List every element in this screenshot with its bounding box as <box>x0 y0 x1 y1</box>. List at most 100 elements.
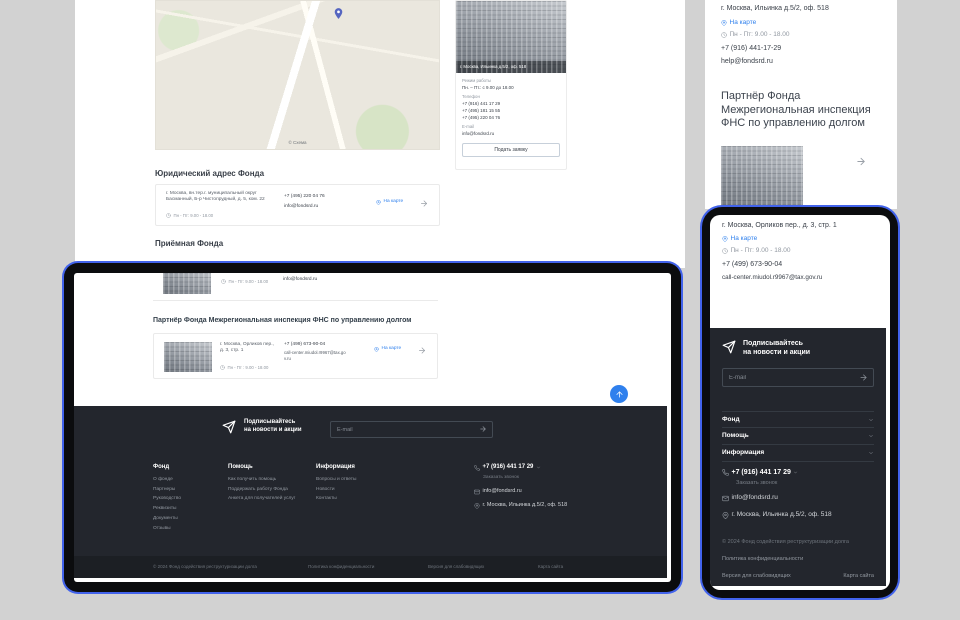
footer-link[interactable]: Новости <box>316 487 356 493</box>
footer-link[interactable]: Контакты <box>316 496 356 502</box>
map-pin-icon <box>474 503 480 509</box>
partner-map-link-label: На карте <box>382 346 402 352</box>
mobile-office-email-link[interactable]: help@fondsrd.ru <box>721 57 773 66</box>
partner-phone-link[interactable]: +7 (499) 673-90-04 <box>284 342 325 348</box>
clock-icon <box>722 248 728 254</box>
footer-link[interactable]: Реквизиты <box>153 506 181 512</box>
partner-map-link[interactable]: На карте <box>374 346 401 352</box>
legal-address-card: г. Москва, вн.тер.г. муниципальный округ… <box>155 184 440 226</box>
footer-link[interactable]: Отзывы <box>153 526 181 532</box>
phone-partner-map-link[interactable]: На карте <box>722 235 757 243</box>
office-photo-caption: г. Москва, Ильинка д.5/2, оф. 518 <box>456 61 566 73</box>
footer-link[interactable]: Партнеры <box>153 487 181 493</box>
partner-section-title: Партнёр Фонда Межрегиональная инспекция … <box>153 317 411 324</box>
phone-link[interactable]: +7 (495) 220 04 76 <box>462 115 500 121</box>
footer-column-fund: Фонд О фонде Партнеры Руководство Реквиз… <box>153 464 181 533</box>
arrow-right-icon[interactable] <box>853 156 869 167</box>
chevron-down-icon <box>868 433 874 439</box>
mobile-office-map-link-label: На карте <box>730 19 757 27</box>
mobile-footer-email-text: info@fondsrd.ru <box>732 494 778 502</box>
legal-map-link-label: На карте <box>384 199 404 205</box>
footer-link[interactable]: Вопросы и ответы <box>316 477 356 483</box>
office-photo: г. Москва, Ильинка д.5/2, оф. 518 <box>456 1 566 73</box>
footer-link[interactable]: Как получить помощь <box>228 477 295 483</box>
phone-link[interactable]: +7 (916) 441 17 29 <box>462 101 500 107</box>
footer-phone-row[interactable]: +7 (916) 441 17 29 <box>474 464 567 472</box>
footer-link[interactable]: Документы <box>153 516 181 522</box>
mobile-office-hours-text: Пн - Пт: 9.00 - 18.00 <box>730 31 790 39</box>
mobile-menu-fund[interactable]: Фонд <box>722 411 874 428</box>
mobile-office-phone-link[interactable]: +7 (916) 441-17-29 <box>721 44 781 53</box>
arrow-right-icon[interactable] <box>418 199 430 208</box>
mobile-footer-accessibility-link[interactable]: Версия для слабовидящих <box>722 573 791 580</box>
map-pin-icon <box>722 512 729 519</box>
map-pin-icon <box>721 20 727 26</box>
subscribe-email-input[interactable] <box>330 421 493 438</box>
phone-icon <box>722 469 729 476</box>
phone-frame: г. Москва, Орликов пер., д. 3, стр. 1 На… <box>702 207 898 598</box>
subscribe-email-input[interactable] <box>722 368 874 387</box>
mobile-footer-privacy-link[interactable]: Политика конфиденциальности <box>722 556 803 563</box>
chevron-down-icon <box>536 465 541 470</box>
clock-icon <box>220 365 225 370</box>
phone-partner-map-link-label: На карте <box>731 235 758 243</box>
phone-icon <box>474 465 480 471</box>
responsive-preview-canvas: { "colors": { "accent_blue": "#2f80ed", … <box>0 0 960 620</box>
reception-email-link[interactable]: info@fondsrd.ru <box>283 277 317 283</box>
legal-phone-link[interactable]: +7 (495) 220 04 76 <box>284 194 325 200</box>
desktop-footer: Подписывайтесь на новости и акции Фонд О… <box>74 406 667 578</box>
apply-request-button[interactable]: Подать заявку <box>462 143 560 157</box>
legal-email-link[interactable]: info@fondsrd.ru <box>284 204 318 210</box>
subscribe-submit-button[interactable] <box>478 425 488 433</box>
mobile-menu-help[interactable]: Помощь <box>722 428 874 445</box>
mobile-office-map-link[interactable]: На карте <box>721 19 756 27</box>
subscribe-title-line2: на новости и акции <box>743 348 810 357</box>
reception-title: Приёмная Фонда <box>155 239 223 249</box>
partner-address-text: г. Москва, Орликов пер., д. 3, стр. 1 <box>220 342 278 355</box>
footer-sitemap-link[interactable]: Карта сайта <box>538 564 563 570</box>
footer-email-row[interactable]: info@fondsrd.ru <box>474 488 567 495</box>
footer-callback-link[interactable]: Заказать звонок <box>483 475 567 481</box>
phone-link[interactable]: +7 (495) 181 15 55 <box>462 108 500 114</box>
mobile-footer-sitemap-link[interactable]: Карта сайта <box>843 573 874 580</box>
legal-map-link[interactable]: На карте <box>376 199 403 205</box>
subscribe-title-line1: Подписывайтесь <box>244 419 295 427</box>
footer-privacy-link[interactable]: Политика конфиденциальности <box>308 564 374 570</box>
chevron-down-icon <box>868 450 874 456</box>
desktop-page-fragment: © Схема г. Москва, Ильинка д.5/2, оф. 51… <box>75 0 685 268</box>
footer-link[interactable]: Анкета для получателей услуг <box>228 496 295 502</box>
tablet-screen: Пн - Пт: 9.00 - 18.00 info@fondsrd.ru Па… <box>74 273 671 582</box>
footer-link[interactable]: О фонде <box>153 477 181 483</box>
mobile-footer-callback-link[interactable]: Заказать звонок <box>736 480 777 487</box>
partner-email-link[interactable]: call-center.miudol.r9967@tax.gov.ru <box>284 350 346 361</box>
map-pin-icon <box>376 200 381 205</box>
mobile-footer-email-row[interactable]: info@fondsrd.ru <box>722 494 778 502</box>
arrow-right-icon[interactable] <box>416 346 428 355</box>
phone-partner-phone-link[interactable]: +7 (499) 673-90-04 <box>722 260 782 269</box>
mobile-menu-label: Фонд <box>722 416 740 424</box>
office-contact-card: г. Москва, Ильинка д.5/2, оф. 518 Режим … <box>455 0 567 170</box>
paper-plane-icon <box>722 340 736 354</box>
footer-accessibility-link[interactable]: Версия для слабовидящих <box>428 564 484 570</box>
subscribe-title-line2: на новости и акции <box>244 427 302 435</box>
mobile-footer-address-row: г. Москва, Ильинка д.5/2, оф. 518 <box>722 511 832 519</box>
scroll-to-top-button[interactable] <box>610 385 628 403</box>
map[interactable]: © Схема <box>155 0 440 150</box>
map-roads <box>156 1 439 149</box>
partner-hours-row: Пн - Пт : 9.00 - 18.00 <box>220 365 268 371</box>
footer-link[interactable]: Поддержать работу Фонда <box>228 487 295 493</box>
reception-card: Пн - Пт: 9.00 - 18.00 info@fondsrd.ru <box>153 273 438 301</box>
arrow-right-icon <box>858 373 869 382</box>
mobile-footer-phone-row[interactable]: +7 (916) 441 17 29 <box>722 468 798 477</box>
hours-value: Пн. – Пт.: с 9.00 до 18.00 <box>462 85 514 91</box>
legal-hours-text: Пн - Пт: 9.00 - 18.00 <box>174 213 214 219</box>
partner-photo <box>164 342 212 372</box>
phone-partner-email-link[interactable]: call-center.miudol.r9967@tax.gov.ru <box>722 274 822 281</box>
footer-link[interactable]: Руководство <box>153 496 181 502</box>
mobile-office-hours-row: Пн - Пт: 9.00 - 18.00 <box>721 31 790 39</box>
subscribe-submit-button[interactable] <box>858 373 869 382</box>
mobile-menu-info[interactable]: Информация <box>722 445 874 462</box>
email-link[interactable]: info@fondsrd.ru <box>462 131 494 137</box>
tablet-frame: Пн - Пт: 9.00 - 18.00 info@fondsrd.ru Па… <box>64 263 681 592</box>
clock-icon <box>721 32 727 38</box>
